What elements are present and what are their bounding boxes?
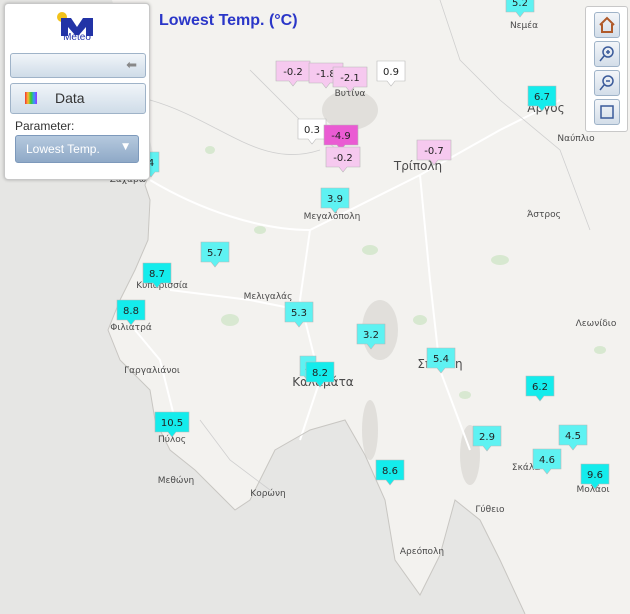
station-value: 8.6 xyxy=(382,466,398,477)
chevron-down-icon: ▼ xyxy=(122,142,129,152)
station-value: -0.2 xyxy=(283,67,303,78)
map-title: Lowest Temp. (°C) xyxy=(159,12,298,29)
station-value: 10.5 xyxy=(161,418,183,429)
station-value: 3.2 xyxy=(363,330,379,341)
town-label: Μεθώνη xyxy=(158,475,194,486)
station-value: 5.7 xyxy=(207,248,223,259)
town-label: Μεγαλόπολη xyxy=(304,211,361,222)
parameter-select-value: Lowest Temp. xyxy=(26,142,100,156)
zoom-extent-icon xyxy=(600,105,614,119)
control-panel: Meteo ⬅ Data Parameter: Lowest Temp. ▼ xyxy=(4,3,150,180)
map-toolbar xyxy=(585,6,628,132)
station-value: 4.6 xyxy=(539,455,555,466)
zoom-out-icon xyxy=(599,75,614,91)
station-value: 8.8 xyxy=(123,306,139,317)
town-label: Ναύπλιο xyxy=(557,133,595,144)
station-value: 6.2 xyxy=(532,382,548,393)
station-value: 8.2 xyxy=(312,368,328,379)
station-value: 5.4 xyxy=(433,354,449,365)
home-icon xyxy=(599,16,615,33)
station-value: 0.3 xyxy=(304,125,320,136)
town-label: Άστρος xyxy=(527,210,561,220)
station-value: -2.1 xyxy=(340,73,360,84)
town-label: Μελιγαλάς xyxy=(244,292,293,302)
logo-text: Meteo xyxy=(63,32,91,43)
station-value: 0.9 xyxy=(383,67,399,78)
town-label: Γύθειο xyxy=(475,504,505,515)
parameter-label: Parameter: xyxy=(15,119,75,133)
data-button[interactable]: Data xyxy=(10,83,146,114)
home-button[interactable] xyxy=(594,12,620,38)
data-button-label: Data xyxy=(55,90,85,106)
station-value: -4.9 xyxy=(331,131,351,142)
zoom-in-icon xyxy=(599,46,614,62)
arrow-left-icon: ⬅ xyxy=(126,58,137,73)
meteo-logo-icon xyxy=(57,12,93,36)
station-value: -0.7 xyxy=(424,146,444,157)
color-scale-icon xyxy=(25,92,37,104)
station-value: 5.3 xyxy=(291,308,307,319)
parameter-select[interactable]: Lowest Temp. ▼ xyxy=(15,135,139,163)
town-label: Λεωνίδιο xyxy=(576,319,617,329)
town-label: Αρεόπολη xyxy=(400,546,444,557)
station-value: 6.7 xyxy=(534,92,550,103)
zoom-extent-button[interactable] xyxy=(594,99,620,125)
station-value: 5.2 xyxy=(512,0,528,9)
station-value: 8.7 xyxy=(149,269,165,280)
town-label: Γαργαλιάνοι xyxy=(124,366,180,376)
town-label: Νεμέα xyxy=(510,20,538,31)
zoom-in-button[interactable] xyxy=(594,41,620,67)
zoom-out-button[interactable] xyxy=(594,70,620,96)
station-value: 2.9 xyxy=(479,432,495,443)
collapse-panel-button[interactable]: ⬅ xyxy=(10,53,146,78)
station-value: 4.5 xyxy=(565,431,581,442)
station-value: 9.6 xyxy=(587,470,603,481)
station-value: -0.2 xyxy=(333,153,353,164)
town-label: Κορώνη xyxy=(250,488,285,499)
station-value: 3.9 xyxy=(327,194,343,205)
